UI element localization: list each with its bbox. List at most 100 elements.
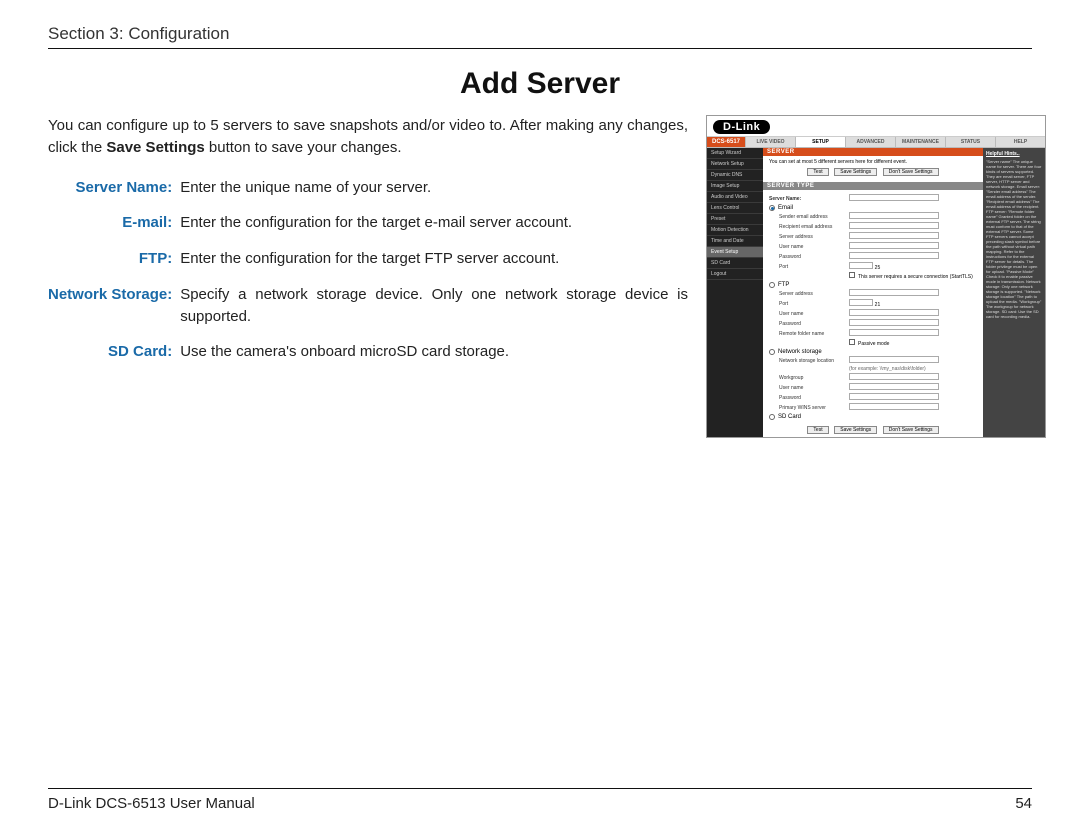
tab-status[interactable]: STATUS: [945, 137, 995, 147]
input-ftp-port[interactable]: [849, 299, 873, 306]
tab-help[interactable]: HELP: [995, 137, 1045, 147]
test-button[interactable]: Test: [807, 168, 828, 176]
text-column: You can configure up to 5 servers to sav…: [48, 115, 688, 438]
hints-header: Helpful Hints..: [986, 151, 1042, 157]
section-header: Section 3: Configuration: [48, 24, 1032, 49]
label-ftp-user: User name: [769, 311, 849, 317]
sidebar-item[interactable]: Motion Detection: [707, 225, 763, 236]
embedded-screenshot: D-Link DCS-6517 LIVE VIDEO SETUP ADVANCE…: [706, 115, 1046, 438]
definitions-list: Server Name: Enter the unique name of yo…: [48, 177, 688, 378]
def-label: Server Name:: [48, 177, 180, 213]
def-ftp: FTP: Enter the configuration for the tar…: [48, 248, 688, 284]
label-server-name: Server Name:: [769, 196, 849, 202]
def-label: E-mail:: [48, 212, 180, 248]
label-remote: Remote folder name: [769, 331, 849, 337]
port-value: 25: [875, 265, 881, 271]
label-net-user: User name: [769, 385, 849, 391]
radio-sd-card[interactable]: [769, 414, 775, 420]
def-email: E-mail: Enter the configuration for the …: [48, 212, 688, 248]
label-ftp-addr: Server address: [769, 291, 849, 297]
main-panel: SERVER You can set at most 5 different s…: [763, 148, 983, 437]
checkbox-tls[interactable]: [849, 272, 855, 278]
sidebar-item[interactable]: Network Setup: [707, 159, 763, 170]
input-sender[interactable]: [849, 212, 939, 219]
label-recipient: Recipient email address: [769, 224, 849, 230]
input-ftp-pass[interactable]: [849, 319, 939, 326]
input-wins[interactable]: [849, 403, 939, 410]
footer-right: 54: [1015, 795, 1032, 812]
sidebar-item[interactable]: Image Setup: [707, 181, 763, 192]
sidebar: Setup Wizard Network Setup Dynamic DNS I…: [707, 148, 763, 437]
sidebar-item[interactable]: Setup Wizard: [707, 148, 763, 159]
input-net-user[interactable]: [849, 383, 939, 390]
radio-email-label: Email: [778, 205, 793, 211]
input-workgroup[interactable]: [849, 373, 939, 380]
input-ftp-user[interactable]: [849, 309, 939, 316]
sidebar-item[interactable]: Event Setup: [707, 247, 763, 258]
save-settings-button-bottom[interactable]: Save Settings: [834, 426, 877, 434]
label-workgroup: Workgroup: [769, 375, 849, 381]
top-buttons: Test Save Settings Don't Save Settings: [769, 168, 977, 176]
label-ftp-port: Port: [769, 301, 849, 307]
input-recipient[interactable]: [849, 222, 939, 229]
def-sd-card: SD Card: Use the camera's onboard microS…: [48, 341, 688, 377]
label-user: User name: [769, 244, 849, 250]
sidebar-item[interactable]: Logout: [707, 269, 763, 280]
dont-save-button-bottom[interactable]: Don't Save Settings: [883, 426, 939, 434]
label-server-addr: Server address: [769, 234, 849, 240]
def-body: Enter the configuration for the target e…: [180, 212, 688, 248]
checkbox-passive[interactable]: [849, 339, 855, 345]
save-settings-button[interactable]: Save Settings: [834, 168, 877, 176]
def-server-name: Server Name: Enter the unique name of yo…: [48, 177, 688, 213]
footer-left: D-Link DCS-6513 User Manual: [48, 795, 255, 812]
sidebar-item[interactable]: SD Card: [707, 258, 763, 269]
tls-note: This server requires a secure connection…: [858, 274, 973, 280]
tab-setup[interactable]: SETUP: [795, 137, 845, 147]
sidebar-item[interactable]: Time and Date: [707, 236, 763, 247]
nav-bar: DCS-6517 LIVE VIDEO SETUP ADVANCED MAINT…: [707, 137, 1045, 148]
radio-ftp[interactable]: [769, 282, 775, 288]
hints-text: "Server name" The unique name for server…: [986, 159, 1042, 319]
radio-ftp-label: FTP: [778, 282, 789, 288]
sidebar-item[interactable]: Audio and Video: [707, 192, 763, 203]
input-loc[interactable]: [849, 356, 939, 363]
def-body: Enter the configuration for the target F…: [180, 248, 688, 284]
label-pass: Password: [769, 254, 849, 260]
bottom-buttons: Test Save Settings Don't Save Settings: [763, 423, 983, 437]
radio-network-storage[interactable]: [769, 349, 775, 355]
passive-label: Passive mode: [858, 341, 889, 347]
label-net-pass: Password: [769, 395, 849, 401]
tab-live-video[interactable]: LIVE VIDEO: [745, 137, 795, 147]
label-loc: Network storage location: [769, 358, 849, 364]
def-label: SD Card:: [48, 341, 180, 377]
tab-advanced[interactable]: ADVANCED: [845, 137, 895, 147]
sidebar-item[interactable]: Preset: [707, 214, 763, 225]
intro-post: button to save your changes.: [205, 139, 402, 156]
sidebar-item[interactable]: Dynamic DNS: [707, 170, 763, 181]
input-ftp-addr[interactable]: [849, 289, 939, 296]
shot-body: Setup Wizard Network Setup Dynamic DNS I…: [707, 148, 1045, 437]
def-body: Enter the unique name of your server.: [180, 177, 688, 213]
server-type-header: SERVER TYPE: [763, 182, 983, 190]
input-net-pass[interactable]: [849, 393, 939, 400]
input-user[interactable]: [849, 242, 939, 249]
server-note: You can set at most 5 different servers …: [769, 159, 977, 165]
sidebar-item[interactable]: Lens Control: [707, 203, 763, 214]
radio-net-row: Network storage: [769, 349, 977, 355]
input-server-name[interactable]: [849, 194, 939, 201]
tab-maintenance[interactable]: MAINTENANCE: [895, 137, 945, 147]
input-pass[interactable]: [849, 252, 939, 259]
brand-bar: D-Link: [707, 116, 1045, 137]
brand-logo: D-Link: [713, 120, 770, 134]
input-server-addr[interactable]: [849, 232, 939, 239]
loc-hint: (for example: \\my_nas\disk\folder): [849, 366, 977, 372]
label-wins: Primary WINS server: [769, 405, 849, 411]
ftp-port-value: 21: [875, 302, 881, 308]
test-button-bottom[interactable]: Test: [807, 426, 828, 434]
dont-save-button[interactable]: Don't Save Settings: [883, 168, 939, 176]
row-server-name: Server Name:: [769, 194, 977, 203]
radio-email[interactable]: [769, 205, 775, 211]
label-ftp-pass: Password: [769, 321, 849, 327]
input-port[interactable]: [849, 262, 873, 269]
input-remote[interactable]: [849, 329, 939, 336]
